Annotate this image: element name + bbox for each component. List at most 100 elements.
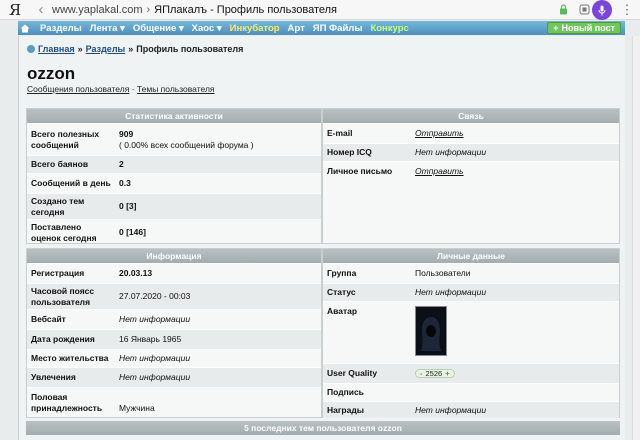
user-posts-link[interactable]: Сообщения пользователя	[27, 84, 129, 94]
contact-row-icq: Номер ICQ Нет информации	[323, 143, 619, 161]
stats-topics-today-label: Создано тем сегодня	[31, 195, 85, 217]
avatar	[415, 306, 447, 356]
personal-status-label: Статус	[327, 287, 356, 297]
stats-row-per-day: Сообщений в день 0.3	[27, 173, 321, 193]
contact-icq-value: Нет информации	[415, 147, 487, 157]
personal-row-status: Статус Нет информации	[323, 283, 619, 301]
contact-icq-label: Номер ICQ	[327, 147, 372, 157]
information-box: Информация Регистрация 20.03.13 Часовой …	[26, 248, 322, 418]
url-domain: www.yaplakal.com	[52, 4, 143, 16]
info-reg-label: Регистрация	[31, 268, 85, 278]
info-tz-label: Часовой поясс пользователя	[31, 285, 95, 307]
info-row-website: Вебсайт Нет информации	[27, 309, 321, 329]
address-bar[interactable]: www.yaplakal.com › ЯПлакалъ - Профиль по…	[52, 2, 582, 18]
info-site-value: Нет информации	[119, 314, 191, 324]
info-row-gender: Половая принадлежность Мужчина	[27, 387, 321, 417]
info-city-value: Нет информации	[119, 353, 191, 363]
info-row-birthdate: Дата рождения 16 Январь 1965	[27, 329, 321, 349]
stats-posts-note: ( 0.00% всех сообщений форума )	[119, 140, 254, 150]
breadcrumb-sections-link[interactable]: Разделы	[86, 44, 126, 54]
breadcrumb-icon	[27, 45, 35, 53]
breadcrumb: Главная » Разделы » Профиль пользователя	[27, 44, 243, 54]
yandex-logo[interactable]: Я	[0, 1, 30, 19]
info-row-registration: Регистрация 20.03.13	[27, 263, 321, 283]
information-header: Информация	[27, 249, 321, 263]
personal-group-value: Пользователи	[415, 268, 471, 278]
new-post-button[interactable]: + Новый пост	[547, 22, 621, 34]
stats-ratings-today-value: 0 [146]	[119, 227, 146, 237]
plus-icon: +	[553, 23, 559, 33]
link-separator: ·	[131, 84, 135, 94]
new-post-label: Новый пост	[561, 23, 615, 33]
page-title: ozzon	[27, 64, 76, 83]
personal-row-group: Группа Пользователи	[323, 263, 619, 283]
contact-row-pm: Личное письмо Отправить	[323, 161, 619, 181]
personal-data-box: Личные данные Группа Пользователи Статус…	[322, 248, 620, 418]
back-arrow-icon[interactable]: ‹	[30, 1, 52, 18]
info-reg-value: 20.03.13	[119, 268, 153, 278]
quality-minus-button[interactable]: -	[420, 369, 423, 378]
personal-quality-label: User Quality	[327, 368, 378, 378]
personal-row-signature: Подпись	[323, 383, 619, 401]
contact-header: Связь	[323, 109, 619, 123]
quality-plus-button[interactable]: +	[445, 369, 449, 378]
info-row-city: Место жительства Нет информации	[27, 349, 321, 367]
breadcrumb-home-link[interactable]: Главная	[38, 44, 75, 54]
home-icon[interactable]	[18, 21, 32, 35]
stats-row-ratings-today: Поставлено оценок сегодня 0 [146]	[27, 219, 321, 245]
stats-row-bans: Всего баянов 2	[27, 155, 321, 173]
stats-posts-label: Всего полезных сообщений	[31, 128, 100, 150]
lock-icon	[560, 4, 567, 15]
stats-bans-value: 2	[119, 159, 124, 169]
activity-stats-box: Статистика активности Всего полезных соо…	[26, 108, 322, 244]
quality-value: 2526	[425, 369, 443, 378]
personal-awards-label: Награды	[327, 404, 364, 415]
nav-item-feed[interactable]: Лента ▾	[90, 23, 125, 34]
voice-search-button[interactable]	[592, 0, 612, 20]
microphone-icon	[598, 5, 606, 15]
recent-topics-header: 5 последних тем пользователя ozzon	[26, 421, 620, 435]
user-topics-link[interactable]: Темы пользователя	[137, 84, 215, 94]
nav-item-sections[interactable]: Разделы	[40, 23, 82, 34]
stats-bans-label: Всего баянов	[31, 159, 89, 169]
personal-data-header: Личные данные	[323, 249, 619, 263]
extensions-icon[interactable]	[579, 4, 590, 15]
info-birth-label: Дата рождения	[31, 334, 95, 344]
contact-box: Связь E-mail Отправить Номер ICQ Нет инф…	[322, 108, 620, 244]
personal-row-quality: User Quality - 2526 +	[323, 363, 619, 383]
nav-item-chaos[interactable]: Хаос ▾	[192, 23, 222, 34]
contact-email-label: E-mail	[327, 128, 353, 138]
nav-item-files[interactable]: ЯП Файлы	[313, 23, 363, 34]
breadcrumb-separator: »	[128, 44, 134, 54]
page-scrollbar[interactable]	[632, 36, 640, 440]
personal-awards-value: Нет информации	[415, 404, 487, 415]
hooded-figure-image	[416, 307, 446, 355]
nav-item-contest[interactable]: Конкурс	[370, 23, 408, 34]
info-gender-value: Мужчина	[119, 403, 155, 413]
contact-row-email: E-mail Отправить	[323, 123, 619, 143]
profile-panel: Главная » Разделы » Профиль пользователя…	[18, 36, 625, 440]
stats-posts-value: 909	[119, 129, 134, 139]
info-hobby-value: Нет информации	[119, 372, 191, 382]
nav-item-communication[interactable]: Общение ▾	[133, 23, 184, 34]
send-pm-link[interactable]: Отправить	[415, 166, 464, 177]
stats-ratings-today-label: Поставлено оценок сегодня	[31, 221, 97, 243]
breadcrumb-current: Профиль пользователя	[136, 44, 244, 54]
menu-more-icon[interactable]: ⋮	[620, 2, 634, 18]
url-separator: ›	[146, 4, 151, 16]
info-site-label: Вебсайт	[31, 314, 66, 324]
stats-per-day-value: 0.3	[119, 178, 131, 188]
personal-status-value: Нет информации	[415, 287, 487, 297]
personal-row-avatar: Аватар	[323, 301, 619, 363]
stats-per-day-label: Сообщений в день	[31, 178, 111, 188]
user-quality-badge: - 2526 +	[415, 369, 455, 378]
nav-item-incubator[interactable]: Инкубатор	[230, 23, 280, 34]
info-gender-label: Половая принадлежность	[31, 391, 103, 413]
stats-topics-today-value: 0 [3]	[119, 201, 137, 211]
browser-toolbar: Я ‹ www.yaplakal.com › ЯПлакалъ - Профил…	[0, 0, 640, 20]
info-hobby-label: Увлечения	[31, 372, 76, 382]
send-email-link[interactable]: Отправить	[415, 128, 464, 139]
nav-item-art[interactable]: Арт	[288, 23, 305, 34]
personal-avatar-label: Аватар	[327, 306, 358, 316]
personal-group-label: Группа	[327, 268, 357, 278]
